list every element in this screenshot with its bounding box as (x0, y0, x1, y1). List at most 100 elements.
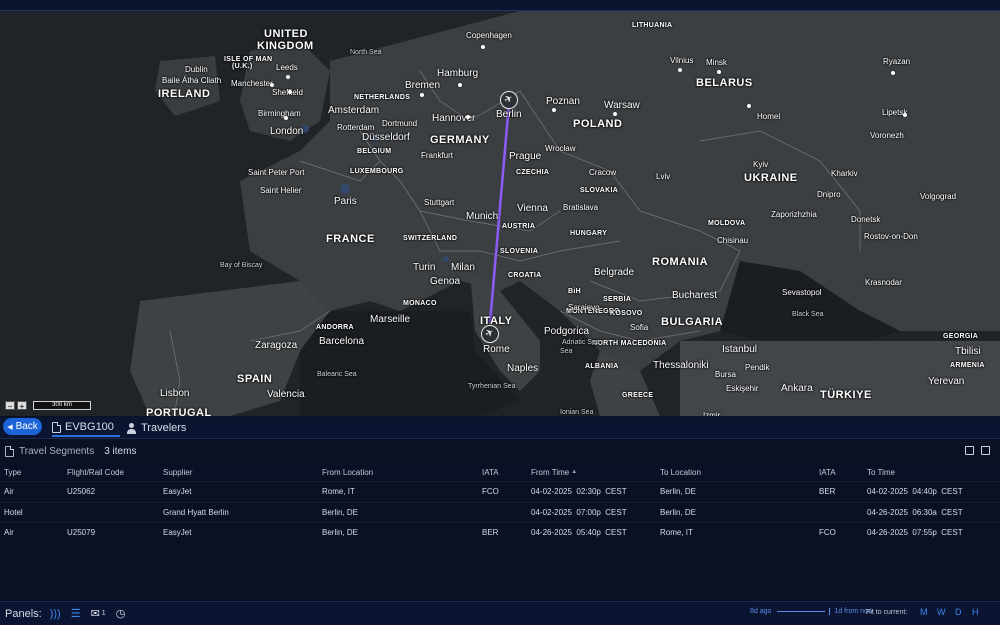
column-header-label: Flight/Rail Code (67, 467, 124, 477)
column-header-label: Supplier (163, 467, 193, 477)
export-icon[interactable] (981, 446, 990, 455)
country-label: NETHERLANDS (354, 94, 411, 101)
country-label: CZECHIA (516, 169, 550, 176)
sea-label: Black Sea (792, 311, 824, 318)
zoom-out-icon[interactable]: − (5, 401, 15, 411)
table-cell: 04-02-2025 02:30p CEST (531, 487, 627, 497)
column-header[interactable]: To Location (660, 463, 701, 481)
map-view[interactable]: UNITED KINGDOM IRELAND LITHUANIA BELARUS NETH… (0, 11, 1000, 416)
scale-bar: 300 km (33, 401, 91, 410)
column-header[interactable]: Flight/Rail Code (67, 463, 124, 481)
city-label: Wrocław (545, 144, 576, 153)
country-label: ARMENIA (950, 362, 985, 369)
country-label: IRELAND (158, 88, 211, 100)
city-label: Paris (334, 196, 357, 207)
city-label: Thessaloniki (653, 360, 709, 371)
refresh-icon[interactable] (965, 446, 974, 455)
city-label: Cracow (589, 168, 617, 177)
country-label: POLAND (573, 118, 623, 130)
country-label: AUSTRIA (502, 223, 536, 230)
back-label: Back (15, 421, 38, 432)
segments-title: Travel Segments (19, 445, 95, 457)
back-button[interactable]: ◀ Back (3, 418, 42, 435)
segments-table: Type Flight/Rail Code Supplier From Locatio… (0, 463, 1000, 543)
column-header[interactable]: IATA (482, 463, 499, 481)
fit-day-button[interactable]: D (955, 607, 962, 617)
city-label: Izmir (703, 411, 721, 417)
city-label: Rostov-on-Don (864, 232, 918, 241)
zoom-control: − + 300 km (5, 401, 91, 411)
fit-month-button[interactable]: M (920, 607, 928, 617)
country-label: GREECE (622, 392, 654, 399)
table-cell: Berlin, DE (660, 487, 697, 497)
tab-record-label: EVBG100 (65, 421, 114, 433)
city-label: Birmingham (258, 109, 301, 118)
fit-hour-button[interactable]: H (972, 607, 979, 617)
city-dot (420, 93, 424, 97)
table-cell: FCO (819, 528, 836, 538)
column-header[interactable]: From Time ▲ (531, 463, 577, 481)
column-header[interactable]: Type (4, 463, 21, 481)
table-body: Air U25062 EasyJet Rome, IT FCO 04-02-2025 02… (0, 481, 1000, 543)
column-header[interactable]: IATA (819, 463, 836, 481)
city-label: Pendik (745, 363, 770, 372)
fit-week-button[interactable]: W (937, 607, 946, 617)
table-cell: Berlin, DE (322, 507, 359, 517)
tab-travelers-label: Travelers (141, 422, 187, 434)
city-dot (678, 68, 682, 72)
column-header[interactable]: From Location (322, 463, 373, 481)
city-label: Copenhagen (466, 31, 512, 40)
map-base (0, 11, 1000, 416)
column-header[interactable]: To Time (867, 463, 895, 481)
country-label: SLOVAKIA (580, 187, 619, 194)
rome-pin[interactable]: ✈ (481, 325, 499, 343)
table-cell: FCO (482, 487, 499, 497)
sea-label: Sea (560, 348, 573, 355)
city-label: Krasnodar (865, 278, 902, 287)
city-label: Voronezh (870, 131, 904, 140)
city-label: Munich (466, 211, 499, 222)
sea-label: Adriatic Sea (562, 339, 600, 346)
plane-icon: ✈ (502, 92, 516, 107)
table-row[interactable]: Hotel Grand Hyatt Berlin Berlin, DE 04-02-2… (0, 501, 1000, 523)
chat-icon[interactable]: ✉ (91, 607, 100, 620)
city-label: Saint Peter Port (248, 168, 305, 177)
city-label: Dortmund (382, 119, 418, 128)
country-label: SWITZERLAND (403, 235, 458, 242)
country-label: LITHUANIA (632, 22, 673, 29)
city-dot (552, 108, 556, 112)
sea-label: North Sea (350, 49, 382, 56)
table-cell: Grand Hyatt Berlin (163, 507, 229, 517)
city-dot (481, 45, 485, 49)
city-label: Kyiv (753, 160, 769, 169)
tab-travelers[interactable]: Travelers (126, 419, 186, 437)
city-label: Rotterdam (337, 123, 375, 132)
table-cell: EasyJet (163, 487, 192, 497)
feed-icon[interactable]: ))) (50, 608, 61, 620)
city-dot (717, 70, 721, 74)
column-header-label: From Time (531, 467, 570, 477)
column-header[interactable]: Supplier (163, 463, 192, 481)
berlin-pin[interactable]: ✈ (500, 91, 518, 109)
list-icon[interactable]: ☰ (71, 607, 81, 620)
country-label: PORTUGAL (146, 407, 212, 417)
zoom-in-icon[interactable]: + (17, 401, 27, 411)
app-root: UNITED KINGDOM IRELAND LITHUANIA BELARUS NETH… (0, 0, 1000, 625)
city-label: ISLE OF MAN (224, 56, 273, 63)
country-label: SPAIN (237, 373, 273, 385)
table-cell: 04-26-2025 07:55p CEST (867, 528, 963, 538)
table-row[interactable]: Air U25062 EasyJet Rome, IT FCO 04-02-2025 02… (0, 481, 1000, 502)
clock-icon[interactable]: ◷ (116, 607, 126, 620)
time-range[interactable]: 8d ago 1d from now (750, 608, 873, 615)
city-label: Podgorica (544, 326, 590, 337)
city-label: Bursa (715, 370, 736, 379)
person-icon (126, 422, 137, 434)
tab-record[interactable]: EVBG100 (52, 419, 120, 437)
city-dot (284, 116, 288, 120)
city-label: Chisinau (717, 236, 749, 245)
city-label: Sevastopol (782, 288, 822, 297)
country-label: MONACO (403, 300, 437, 307)
country-label: TÜRKIYE (820, 389, 872, 401)
table-row[interactable]: Air U25079 EasyJet Berlin, DE BER 04-26-2025 … (0, 522, 1000, 543)
city-dot (288, 90, 292, 94)
